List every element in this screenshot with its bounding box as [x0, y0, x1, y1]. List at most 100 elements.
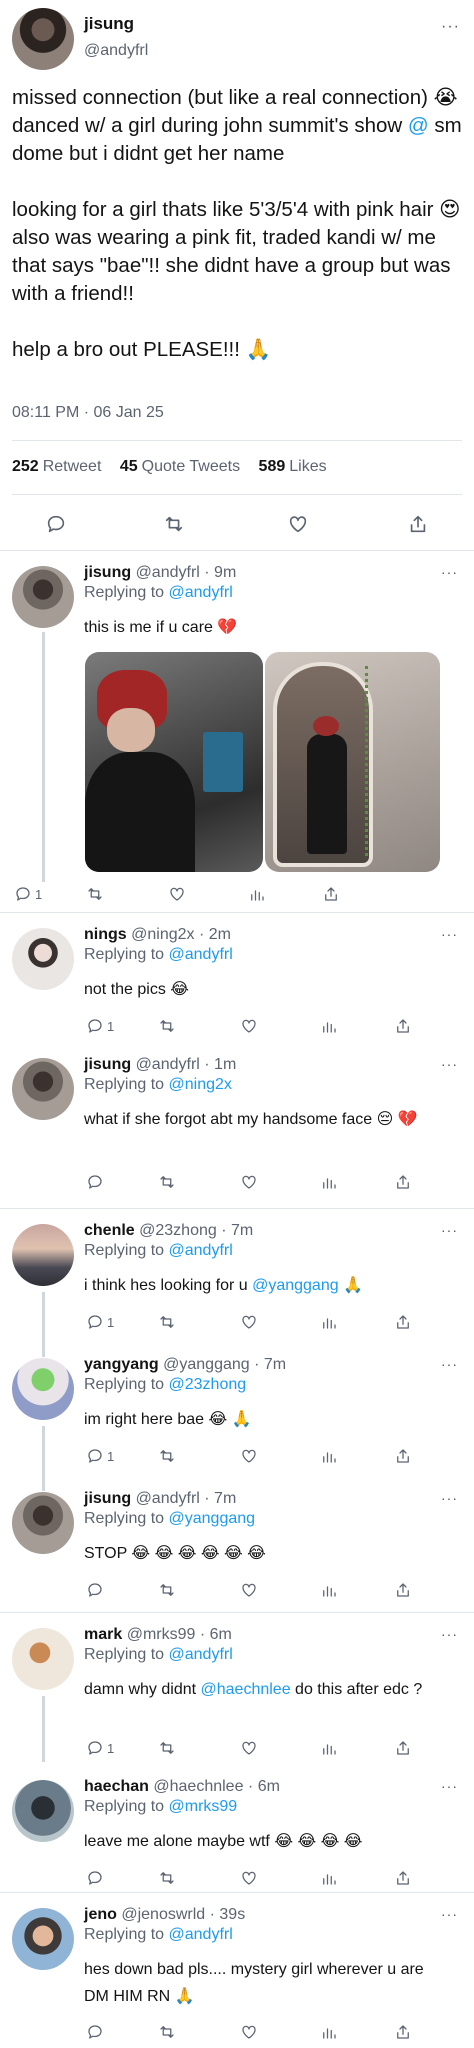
- author-name[interactable]: jeno: [84, 1906, 117, 1923]
- more-options-icon[interactable]: ···: [441, 564, 458, 580]
- retweet-icon[interactable]: [158, 1310, 176, 1334]
- avatar[interactable]: [12, 1492, 74, 1554]
- retweet-icon[interactable]: [158, 1578, 176, 1602]
- author-name[interactable]: chenle: [84, 1222, 135, 1239]
- attached-photo[interactable]: [85, 652, 263, 872]
- retweet-icon[interactable]: [160, 510, 188, 538]
- analytics-icon[interactable]: [248, 882, 266, 906]
- retweet-icon[interactable]: [158, 2020, 176, 2044]
- like-icon[interactable]: [240, 1310, 258, 1334]
- share-icon[interactable]: [394, 1444, 412, 1468]
- author-handle[interactable]: @23zhong: [139, 1222, 217, 1239]
- reply-icon[interactable]: [86, 1866, 104, 1890]
- replying-to-link[interactable]: @yanggang: [169, 1510, 256, 1527]
- reply-icon[interactable]: [42, 510, 70, 538]
- more-options-icon[interactable]: ···: [441, 1356, 458, 1372]
- analytics-icon[interactable]: [320, 1170, 338, 1194]
- replying-to-link[interactable]: @andyfrl: [169, 584, 233, 601]
- analytics-icon[interactable]: [320, 1310, 338, 1334]
- like-icon[interactable]: [240, 1444, 258, 1468]
- replying-to-link[interactable]: @mrks99: [169, 1798, 238, 1815]
- author-handle[interactable]: @andyfrl: [136, 1490, 200, 1507]
- more-options-icon[interactable]: ···: [441, 1906, 458, 1922]
- share-icon[interactable]: [394, 2020, 412, 2044]
- share-icon[interactable]: [394, 1310, 412, 1334]
- avatar[interactable]: [12, 1628, 74, 1690]
- share-icon[interactable]: [394, 1578, 412, 1602]
- avatar[interactable]: [12, 1780, 74, 1842]
- analytics-icon[interactable]: [320, 1736, 338, 1760]
- retweets-stat[interactable]: 252 Retweet: [12, 458, 101, 475]
- avatar[interactable]: [12, 928, 74, 990]
- avatar[interactable]: [12, 1358, 74, 1420]
- reply-icon[interactable]: 1: [86, 1444, 114, 1468]
- avatar[interactable]: [12, 8, 74, 70]
- share-icon[interactable]: [394, 1866, 412, 1890]
- analytics-icon[interactable]: [320, 1866, 338, 1890]
- retweet-icon[interactable]: [158, 1170, 176, 1194]
- retweet-icon[interactable]: [158, 1444, 176, 1468]
- avatar[interactable]: [12, 1224, 74, 1286]
- avatar[interactable]: [12, 1058, 74, 1120]
- attached-photo[interactable]: [265, 652, 440, 872]
- author-handle[interactable]: @ning2x: [131, 926, 194, 943]
- share-icon[interactable]: [394, 1170, 412, 1194]
- author-handle[interactable]: @andyfrl: [136, 1056, 200, 1073]
- like-icon[interactable]: [240, 1578, 258, 1602]
- mention-link[interactable]: @haechnlee: [201, 1681, 291, 1698]
- replying-to-link[interactable]: @ning2x: [169, 1076, 232, 1093]
- like-icon[interactable]: [240, 1736, 258, 1760]
- replying-to-link[interactable]: @23zhong: [169, 1376, 247, 1393]
- more-options-icon[interactable]: ···: [441, 1222, 458, 1238]
- share-icon[interactable]: [394, 1736, 412, 1760]
- author-name[interactable]: jisung: [84, 564, 131, 581]
- like-icon[interactable]: [240, 2020, 258, 2044]
- retweet-icon[interactable]: [86, 882, 104, 906]
- retweet-icon[interactable]: [158, 1736, 176, 1760]
- reply-icon[interactable]: 1: [86, 1736, 114, 1760]
- mention-link[interactable]: @yanggang: [252, 1277, 339, 1294]
- replying-to-link[interactable]: @andyfrl: [169, 1242, 233, 1259]
- like-icon[interactable]: [240, 1170, 258, 1194]
- author-handle[interactable]: @yanggang: [163, 1356, 250, 1373]
- retweet-icon[interactable]: [158, 1014, 176, 1038]
- avatar[interactable]: [12, 1908, 74, 1970]
- retweet-icon[interactable]: [158, 1866, 176, 1890]
- author-handle[interactable]: @andyfrl: [84, 42, 148, 60]
- reply-icon[interactable]: [86, 1170, 104, 1194]
- like-icon[interactable]: [240, 1014, 258, 1038]
- author-name[interactable]: mark: [84, 1626, 122, 1643]
- author-name[interactable]: haechan: [84, 1778, 149, 1795]
- author-handle[interactable]: @jenoswrld: [121, 1906, 205, 1923]
- share-icon[interactable]: [322, 882, 340, 906]
- reply-icon[interactable]: [86, 1578, 104, 1602]
- likes-stat[interactable]: 589 Likes: [259, 458, 327, 475]
- author-handle[interactable]: @andyfrl: [136, 564, 200, 581]
- analytics-icon[interactable]: [320, 2020, 338, 2044]
- more-options-icon[interactable]: ···: [441, 18, 460, 36]
- author-name[interactable]: jisung: [84, 1490, 131, 1507]
- avatar[interactable]: [12, 566, 74, 628]
- more-options-icon[interactable]: ···: [441, 1778, 458, 1794]
- replying-to-link[interactable]: @andyfrl: [169, 1646, 233, 1663]
- analytics-icon[interactable]: [320, 1444, 338, 1468]
- analytics-icon[interactable]: [320, 1014, 338, 1038]
- reply-icon[interactable]: 1: [14, 882, 42, 906]
- author-name[interactable]: yangyang: [84, 1356, 159, 1373]
- reply-icon[interactable]: 1: [86, 1310, 114, 1334]
- reply-icon[interactable]: 1: [86, 1014, 114, 1038]
- more-options-icon[interactable]: ···: [441, 1626, 458, 1642]
- author-name[interactable]: nings: [84, 926, 127, 943]
- like-icon[interactable]: [168, 882, 186, 906]
- more-options-icon[interactable]: ···: [441, 1490, 458, 1506]
- share-icon[interactable]: [404, 510, 432, 538]
- author-handle[interactable]: @haechnlee: [153, 1778, 243, 1795]
- replying-to-link[interactable]: @andyfrl: [169, 1926, 233, 1943]
- analytics-icon[interactable]: [320, 1578, 338, 1602]
- like-icon[interactable]: [284, 510, 312, 538]
- share-icon[interactable]: [394, 1014, 412, 1038]
- more-options-icon[interactable]: ···: [441, 1056, 458, 1072]
- author-name[interactable]: jisung: [84, 14, 134, 34]
- quotes-stat[interactable]: 45 Quote Tweets: [120, 458, 240, 475]
- more-options-icon[interactable]: ···: [441, 926, 458, 942]
